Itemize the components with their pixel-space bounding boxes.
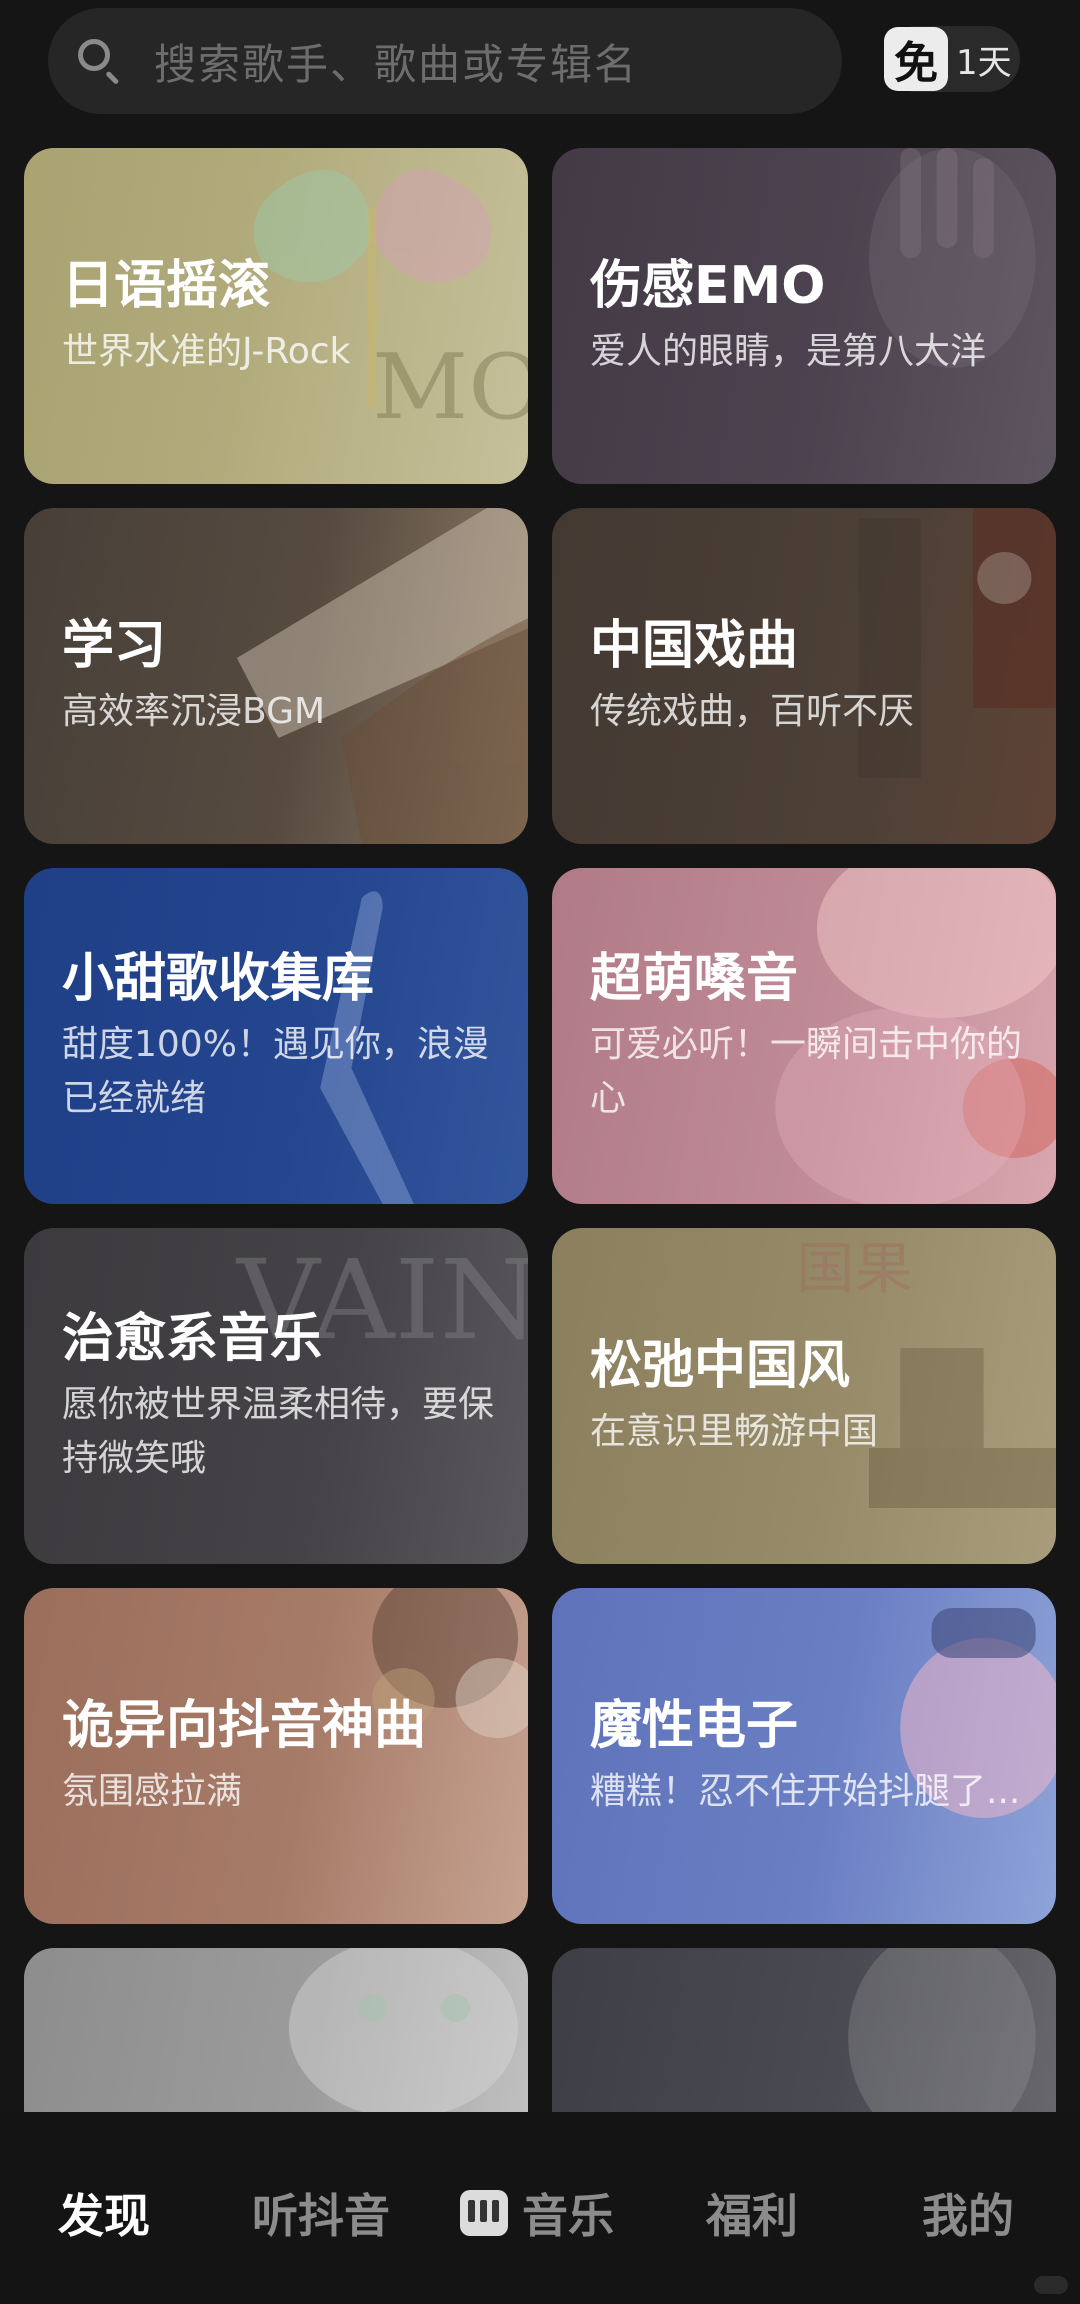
- search-bar[interactable]: 搜索歌手、歌曲或专辑名: [48, 8, 842, 114]
- tab-welfare[interactable]: 福利: [706, 2182, 798, 2244]
- card-title: 松弛中国风: [590, 1336, 851, 1396]
- free-vip-badge[interactable]: 免 1天: [884, 26, 1020, 92]
- card-text: 魔性电子 糟糕！忍不住开始抖腿了...: [590, 1588, 1026, 1924]
- free-days-label: 1天: [956, 42, 1012, 83]
- card-title: 学习: [62, 616, 167, 676]
- card-title: 超萌嗓音: [590, 949, 799, 1009]
- card-text: 伤感EMO 爱人的眼睛，是第八大洋: [590, 148, 1026, 484]
- card-subtitle: 愿你被世界温柔相待，要保持微笑哦: [62, 1384, 495, 1479]
- card-title: 日语摇滚: [62, 256, 271, 316]
- free-icon: 免: [884, 27, 948, 91]
- card-text: 诡异向抖音神曲 氛围感拉满: [62, 1588, 498, 1924]
- tab-mine-label: 我的: [922, 2189, 1014, 2243]
- card-title: 治愈系音乐: [62, 1309, 323, 1369]
- search-icon: [76, 37, 124, 85]
- category-card-japanese-rock[interactable]: MOR 日语摇滚 世界水准的J-Rock: [24, 148, 528, 484]
- card-subtitle: 甜度100%！遇见你，浪漫已经就绪: [62, 1024, 489, 1119]
- card-subtitle: 传统戏曲，百听不厌: [590, 691, 915, 732]
- category-card-sad-emo[interactable]: 伤感EMO 爱人的眼睛，是第八大洋: [552, 148, 1056, 484]
- category-card-sweet-songs[interactable]: 小甜歌收集库 甜度100%！遇见你，浪漫已经就绪: [24, 868, 528, 1204]
- tab-welfare-label: 福利: [706, 2189, 798, 2243]
- category-card-weird-douyin-hits[interactable]: 诡异向抖音神曲 氛围感拉满: [24, 1588, 528, 1924]
- card-text: 超萌嗓音 可爱必听！一瞬间击中你的心: [590, 868, 1026, 1204]
- tab-douyin[interactable]: 听抖音: [252, 2182, 390, 2244]
- card-subtitle: 可爱必听！一瞬间击中你的心: [590, 1024, 1023, 1119]
- music-icon: [460, 2190, 508, 2236]
- category-card-relaxed-chinese-style[interactable]: 国果 松弛中国风 在意识里畅游中国: [552, 1228, 1056, 1564]
- card-subtitle: 世界水准的J-Rock: [62, 331, 351, 372]
- app-root: 搜索歌手、歌曲或专辑名 免 1天 MOR 日语摇滚 世界水准的J-Rock: [0, 0, 1080, 2304]
- category-card-cute-voices[interactable]: 超萌嗓音 可爱必听！一瞬间击中你的心: [552, 868, 1056, 1204]
- tab-music-label: 音乐: [522, 2189, 614, 2243]
- tab-discover-label: 发现: [58, 2189, 150, 2243]
- tab-discover[interactable]: 发现: [58, 2182, 150, 2244]
- card-subtitle: 爱人的眼睛，是第八大洋: [590, 331, 987, 372]
- playlist-category-grid: MOR 日语摇滚 世界水准的J-Rock 伤感EMO 爱人的眼睛，是第八大洋: [24, 148, 1056, 2284]
- card-text: 松弛中国风 在意识里畅游中国: [590, 1228, 1026, 1564]
- card-title: 小甜歌收集库: [62, 949, 375, 1009]
- bottom-nav: 发现 听抖音 音乐 福利 我的: [0, 2112, 1080, 2304]
- tab-mine[interactable]: 我的: [922, 2182, 1014, 2244]
- card-subtitle: 在意识里畅游中国: [590, 1411, 879, 1452]
- card-text: 中国戏曲 传统戏曲，百听不厌: [590, 508, 1026, 844]
- card-text: 日语摇滚 世界水准的J-Rock: [62, 148, 498, 484]
- tab-douyin-label: 听抖音: [252, 2189, 390, 2243]
- card-text: 治愈系音乐 愿你被世界温柔相待，要保持微笑哦: [62, 1228, 498, 1564]
- card-title: 伤感EMO: [590, 256, 826, 316]
- search-placeholder: 搜索歌手、歌曲或专辑名: [154, 39, 639, 89]
- card-subtitle: 糟糕！忍不住开始抖腿了...: [590, 1771, 1021, 1812]
- category-card-healing-music[interactable]: VAIN 治愈系音乐 愿你被世界温柔相待，要保持微笑哦: [24, 1228, 528, 1564]
- category-card-study[interactable]: 学习 高效率沉浸BGM: [24, 508, 528, 844]
- card-title: 中国戏曲: [590, 616, 799, 676]
- card-text: 小甜歌收集库 甜度100%！遇见你，浪漫已经就绪: [62, 868, 498, 1204]
- home-indicator: [1034, 2276, 1068, 2294]
- card-subtitle: 高效率沉浸BGM: [62, 691, 326, 732]
- card-title: 诡异向抖音神曲: [62, 1696, 427, 1756]
- tab-music[interactable]: 音乐: [460, 2182, 614, 2244]
- card-title: 魔性电子: [590, 1696, 799, 1756]
- card-text: 学习 高效率沉浸BGM: [62, 508, 498, 844]
- category-card-magic-electronic[interactable]: 魔性电子 糟糕！忍不住开始抖腿了...: [552, 1588, 1056, 1924]
- card-subtitle: 氛围感拉满: [62, 1771, 243, 1812]
- category-card-chinese-opera[interactable]: 中国戏曲 传统戏曲，百听不厌: [552, 508, 1056, 844]
